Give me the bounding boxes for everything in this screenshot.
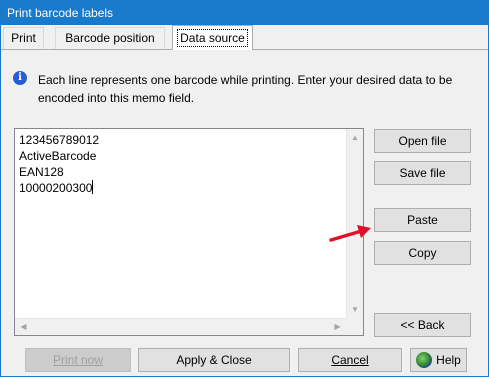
paste-button[interactable]: Paste	[374, 208, 471, 232]
scroll-left-icon[interactable]: ◀	[15, 319, 32, 335]
back-button[interactable]: << Back	[374, 313, 471, 337]
tab-barcode-position[interactable]: Barcode position	[55, 27, 165, 49]
window-title: Print barcode labels	[7, 6, 114, 20]
cancel-label: Cancel	[331, 353, 369, 367]
memo-line: 10000200300	[19, 181, 93, 195]
info-text: Each line represents one barcode while p…	[38, 73, 453, 105]
copy-button[interactable]: Copy	[374, 241, 471, 265]
red-arrow-icon	[329, 225, 371, 242]
print-now-button: Print now	[25, 348, 131, 372]
dialog-window: Print barcode labels Print Barcode posit…	[0, 0, 489, 377]
memo-content: 123456789012 ActiveBarcode EAN128 100002003…	[19, 132, 99, 196]
tab-data-source[interactable]: Data source	[172, 25, 253, 50]
memo-line-last: 10000200300	[19, 180, 99, 196]
memo-line: EAN128	[19, 165, 64, 179]
title-bar[interactable]: Print barcode labels	[1, 1, 488, 25]
help-icon	[416, 352, 433, 368]
scroll-up-icon[interactable]: ▲	[347, 129, 363, 146]
horizontal-scrollbar[interactable]: ◀ ▶	[15, 318, 346, 335]
apply-close-button[interactable]: Apply & Close	[138, 348, 290, 372]
cancel-button[interactable]: Cancel	[298, 348, 402, 372]
info-icon: i	[13, 71, 27, 85]
scroll-right-icon[interactable]: ▶	[329, 319, 346, 335]
memo-line: ActiveBarcode	[19, 149, 97, 163]
memo-line: 123456789012	[19, 133, 100, 147]
open-file-button[interactable]: Open file	[374, 129, 471, 153]
tab-print[interactable]: Print	[3, 27, 44, 49]
help-label: Help	[436, 353, 461, 367]
memo-field[interactable]: 123456789012 ActiveBarcode EAN128 100002003…	[14, 128, 364, 336]
help-button[interactable]: Help	[410, 348, 467, 372]
scroll-down-icon[interactable]: ▼	[347, 301, 363, 318]
text-caret	[92, 180, 94, 194]
print-now-label: Print now	[52, 353, 104, 367]
save-file-button[interactable]: Save file	[374, 161, 471, 185]
scrollbar-corner	[346, 318, 363, 335]
